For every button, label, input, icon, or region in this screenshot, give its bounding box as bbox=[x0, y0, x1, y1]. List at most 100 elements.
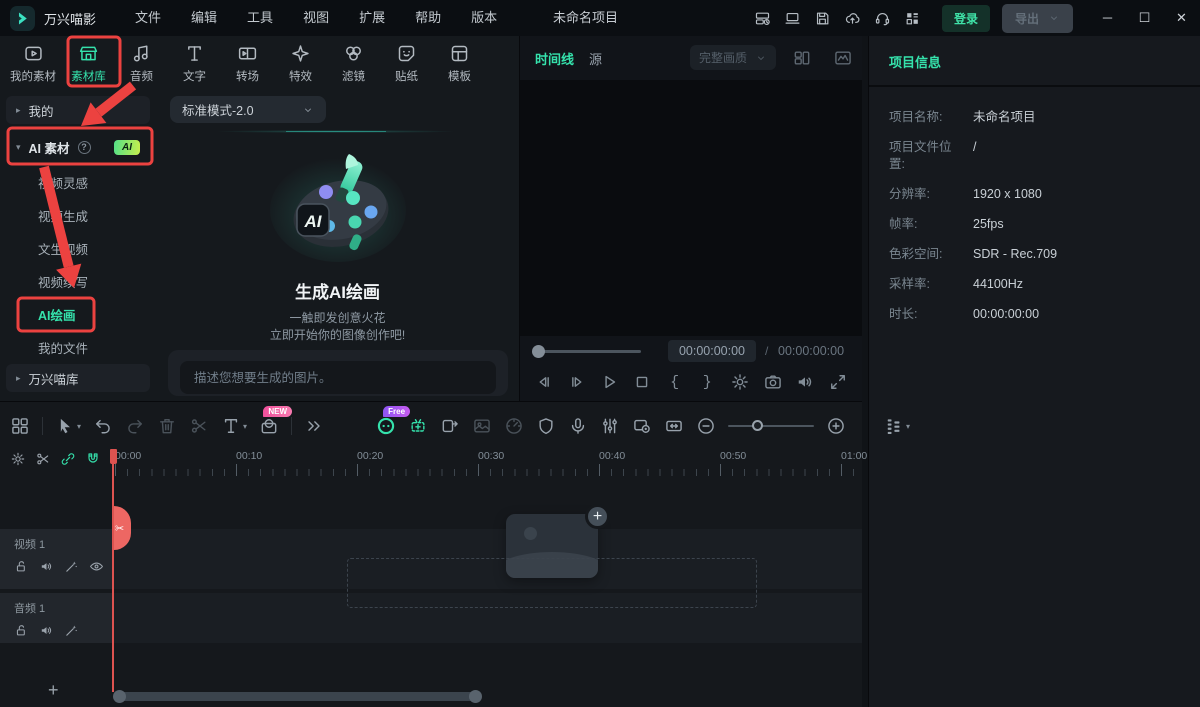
lock-open-button[interactable] bbox=[14, 623, 29, 638]
headset-button[interactable] bbox=[868, 0, 898, 36]
mask-button[interactable]: NEW bbox=[259, 416, 279, 436]
sidebar-item[interactable]: 视频灵感 bbox=[0, 166, 156, 199]
export-box-button[interactable] bbox=[440, 416, 460, 436]
export-button[interactable]: 导出 bbox=[1002, 4, 1073, 33]
mode-select[interactable]: 标准模式-2.0 bbox=[170, 96, 326, 123]
grid-menu-button[interactable] bbox=[898, 0, 928, 36]
magic-wand-button[interactable] bbox=[64, 559, 79, 574]
speaker-button[interactable] bbox=[795, 372, 815, 392]
login-button[interactable]: 登录 bbox=[942, 5, 990, 32]
magic-wand-button[interactable] bbox=[64, 623, 79, 638]
track-header[interactable]: 视频 1 bbox=[0, 529, 112, 589]
timeline-horizontal-scrollbar[interactable] bbox=[115, 692, 480, 701]
menu-item[interactable]: 版本 bbox=[456, 0, 512, 36]
scrubber-handle[interactable] bbox=[532, 345, 545, 358]
step-back-button[interactable] bbox=[534, 372, 554, 392]
sidebar-item[interactable]: 视频生成 bbox=[0, 199, 156, 232]
sidebar-group-stock-library[interactable]: ▸万兴喵库 bbox=[6, 364, 150, 392]
floppy-button[interactable] bbox=[808, 0, 838, 36]
media-tab-stock[interactable]: 素材库 bbox=[62, 43, 115, 84]
menu-item[interactable]: 扩展 bbox=[344, 0, 400, 36]
zoom-slider-handle[interactable] bbox=[752, 420, 763, 431]
grid-view-button[interactable] bbox=[10, 416, 30, 436]
sidebar-group-ai-assets[interactable]: ▾AI 素材?AI bbox=[6, 130, 150, 164]
scissors-button[interactable] bbox=[189, 416, 209, 436]
expand-button[interactable] bbox=[828, 372, 848, 392]
sidebar-item[interactable]: 视频续写 bbox=[0, 265, 156, 298]
media-tab-my-media[interactable]: 我的素材 bbox=[4, 43, 62, 84]
text-tool-button[interactable]: ▾ bbox=[221, 416, 247, 436]
speed-gauge-button[interactable] bbox=[504, 416, 524, 436]
trash-button[interactable] bbox=[157, 416, 177, 436]
undo-button[interactable] bbox=[93, 416, 113, 436]
gear-button[interactable] bbox=[10, 451, 26, 472]
zoom-out-button[interactable] bbox=[696, 416, 716, 436]
gear-button[interactable] bbox=[730, 372, 750, 392]
smart-scissors-button[interactable] bbox=[408, 416, 428, 436]
playhead[interactable] bbox=[112, 449, 114, 692]
step-forward-button[interactable] bbox=[567, 372, 587, 392]
help-icon[interactable]: ? bbox=[78, 141, 91, 154]
waveform-monitor-icon[interactable] bbox=[833, 48, 853, 73]
media-tab-stickers[interactable]: 贴纸 bbox=[380, 43, 433, 84]
shield-button[interactable] bbox=[536, 416, 556, 436]
microphone-button[interactable] bbox=[568, 416, 588, 436]
media-tab-filters[interactable]: 滤镜 bbox=[327, 43, 380, 84]
track-header[interactable]: 音频 1 bbox=[0, 593, 112, 643]
robot-button[interactable]: Free bbox=[376, 416, 396, 436]
tab-source[interactable]: 源 bbox=[589, 49, 602, 68]
sliders-button[interactable] bbox=[600, 416, 620, 436]
scrubber-track[interactable] bbox=[537, 350, 641, 353]
brace-close-button[interactable]: } bbox=[697, 372, 717, 392]
maximize-button[interactable]: ☐ bbox=[1126, 0, 1163, 36]
menu-item[interactable]: 视图 bbox=[288, 0, 344, 36]
brace-open-button[interactable]: { bbox=[665, 372, 685, 392]
magnet-button[interactable] bbox=[85, 451, 101, 472]
laptop-button[interactable] bbox=[778, 0, 808, 36]
close-button[interactable]: ✕ bbox=[1163, 0, 1200, 36]
prompt-input[interactable] bbox=[180, 361, 496, 394]
sidebar-item[interactable]: 文生视频 bbox=[0, 232, 156, 265]
menu-item[interactable]: 帮助 bbox=[400, 0, 456, 36]
minimize-button[interactable]: ─ bbox=[1089, 0, 1126, 36]
tab-timeline[interactable]: 时间线 bbox=[535, 49, 574, 68]
playhead-flag[interactable] bbox=[110, 449, 117, 464]
image-button[interactable] bbox=[472, 416, 492, 436]
timeline-ruler[interactable]: 00:0000:1000:2000:3000:4000:5001:00 bbox=[113, 449, 860, 479]
sidebar-item[interactable]: 我的文件 bbox=[0, 331, 156, 364]
timeline-zoom-slider[interactable] bbox=[728, 417, 814, 435]
play-button[interactable] bbox=[599, 372, 619, 392]
speaker-button[interactable] bbox=[39, 623, 54, 638]
preview-viewport[interactable] bbox=[520, 80, 862, 336]
select-cursor-button[interactable]: ▾ bbox=[55, 416, 81, 436]
track-list-button[interactable]: ▾ bbox=[884, 416, 910, 436]
task-clock-button[interactable] bbox=[748, 0, 778, 36]
media-tab-transition[interactable]: 转场 bbox=[221, 43, 274, 84]
menu-item[interactable]: 文件 bbox=[120, 0, 176, 36]
eye-button[interactable] bbox=[89, 559, 104, 574]
horizontal-arrows-button[interactable] bbox=[664, 416, 684, 436]
quality-select[interactable]: 完整画质 bbox=[690, 45, 776, 70]
sidebar-group-mine[interactable]: ▸我的 bbox=[6, 96, 150, 124]
link-button[interactable] bbox=[60, 451, 76, 472]
scissors-button[interactable] bbox=[35, 451, 51, 472]
speaker-button[interactable] bbox=[39, 559, 54, 574]
track-lane[interactable] bbox=[112, 529, 862, 589]
menu-item[interactable]: 编辑 bbox=[176, 0, 232, 36]
split-screen-icon[interactable] bbox=[792, 48, 812, 73]
media-tab-text[interactable]: 文字 bbox=[168, 43, 221, 84]
media-tab-templates[interactable]: 模板 bbox=[433, 43, 486, 84]
redo-button[interactable] bbox=[125, 416, 145, 436]
media-tab-effects[interactable]: 特效 bbox=[274, 43, 327, 84]
lock-open-button[interactable] bbox=[14, 559, 29, 574]
cloud-upload-button[interactable] bbox=[838, 0, 868, 36]
add-track-button[interactable]: + bbox=[48, 680, 59, 701]
camera-button[interactable] bbox=[763, 372, 783, 392]
double-chevron-button[interactable] bbox=[304, 416, 324, 436]
picture-eye-button[interactable] bbox=[632, 416, 652, 436]
stop-button[interactable] bbox=[632, 372, 652, 392]
track-lane[interactable] bbox=[112, 593, 862, 643]
media-tab-audio[interactable]: 音频 bbox=[115, 43, 168, 84]
zoom-in-button[interactable] bbox=[826, 416, 846, 436]
sidebar-item[interactable]: AI绘画 bbox=[0, 298, 156, 331]
